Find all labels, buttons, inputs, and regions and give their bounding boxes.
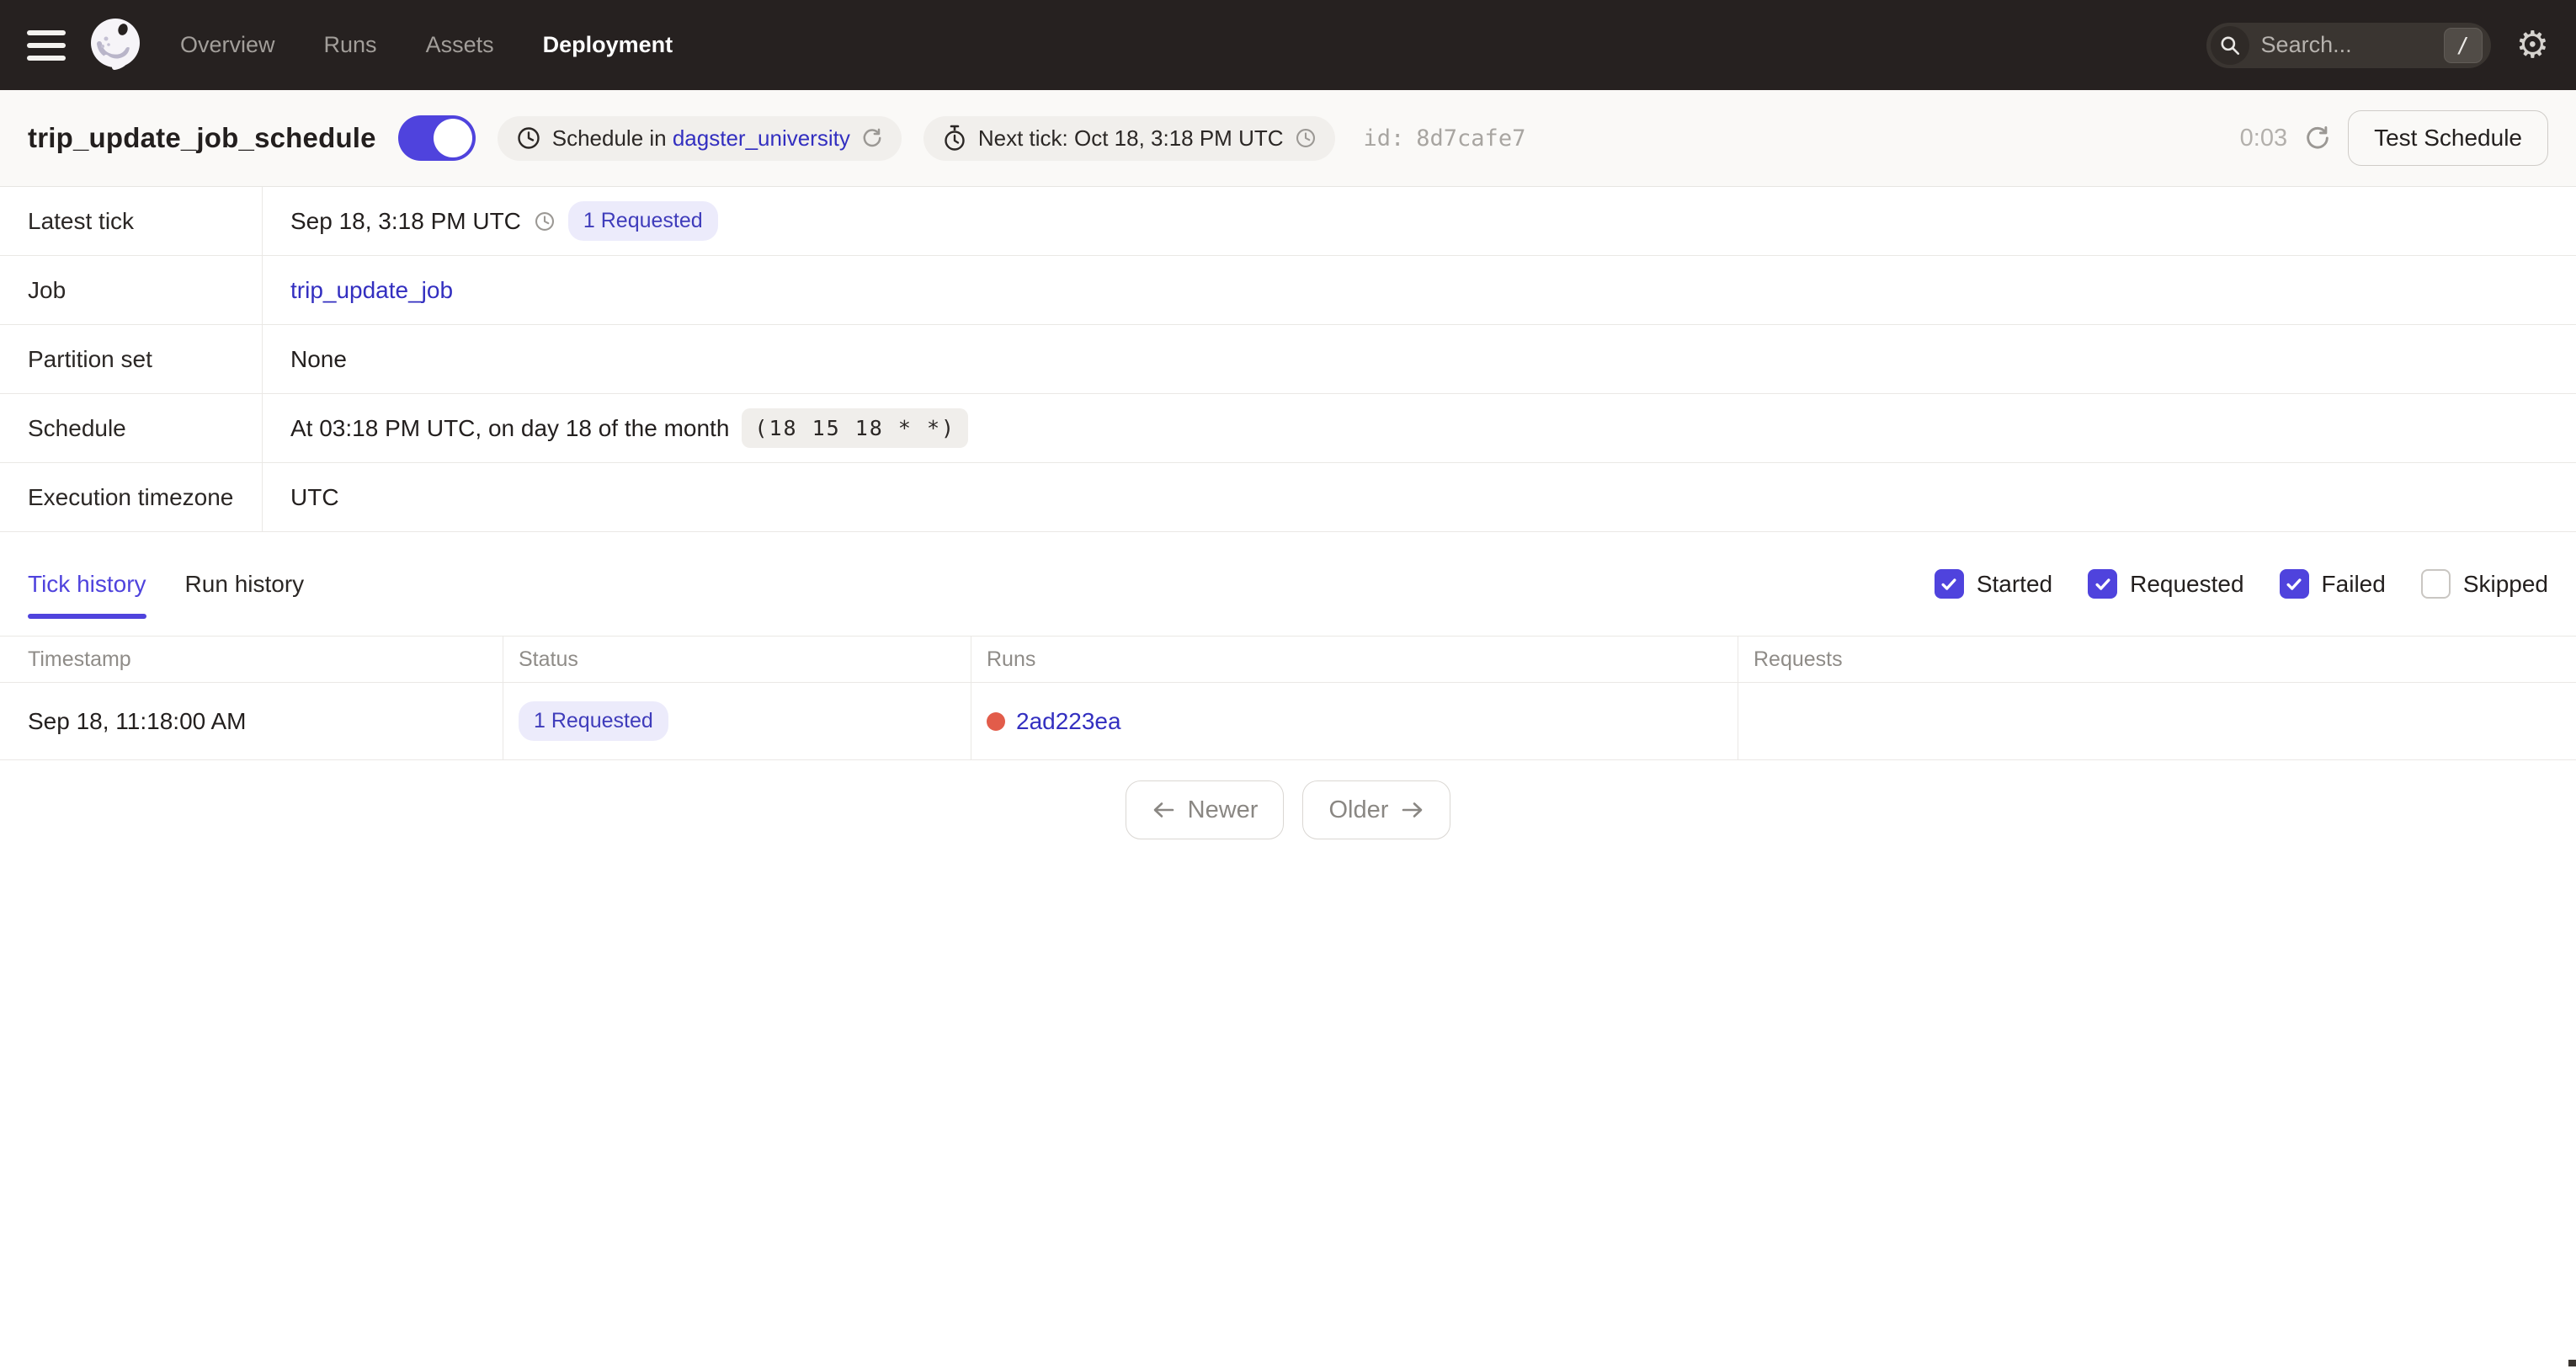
filter-label: Skipped: [2462, 570, 2548, 597]
schedule-id: id: 8d7cafe7: [1364, 125, 1526, 152]
job-link[interactable]: trip_update_job: [290, 277, 453, 304]
search-bar[interactable]: /: [2206, 22, 2491, 68]
checkbox-checked-icon[interactable]: [2088, 569, 2118, 599]
filter-skipped[interactable]: Skipped: [2420, 569, 2548, 599]
id-value: 8d7cafe7: [1416, 125, 1526, 152]
detail-row-partition-set: Partition set None: [0, 325, 2576, 394]
nav-item-runs[interactable]: Runs: [324, 32, 377, 58]
checkbox-checked-icon[interactable]: [2279, 569, 2309, 599]
older-button[interactable]: Older: [1302, 780, 1451, 839]
cron-expression-chip: (18 15 18 * *): [742, 408, 969, 448]
hamburger-menu-icon[interactable]: [27, 29, 66, 61]
arrow-right-icon: [1402, 802, 1423, 818]
detail-row-execution-timezone: Execution timezone UTC: [0, 463, 2576, 532]
latest-tick-value: Sep 18, 3:18 PM UTC: [290, 207, 521, 234]
refresh-countdown: 0:03: [2239, 124, 2288, 152]
filter-label: Requested: [2130, 570, 2244, 597]
test-schedule-button[interactable]: Test Schedule: [2348, 110, 2548, 166]
detail-row-latest-tick: Latest tick Sep 18, 3:18 PM UTC 1 Reques…: [0, 187, 2576, 256]
nav-item-overview[interactable]: Overview: [180, 32, 275, 58]
tab-run-history[interactable]: Run history: [185, 532, 305, 636]
timezone-clock-icon[interactable]: [1295, 127, 1317, 149]
status-filters: Started Requested Failed Skipped: [1934, 569, 2548, 599]
tick-history-table: Timestamp Status Runs Requests Sep 18, 1…: [0, 636, 2576, 760]
refresh-icon[interactable]: [861, 127, 883, 149]
detail-label: Schedule: [0, 394, 263, 462]
pagination: Newer Older: [0, 780, 2576, 839]
column-header-status: Status: [503, 637, 971, 682]
code-location-link[interactable]: dagster_university: [673, 125, 850, 151]
detail-label: Latest tick: [0, 187, 263, 255]
filter-label: Started: [1976, 570, 2053, 597]
detail-row-job: Job trip_update_job: [0, 256, 2576, 325]
search-shortcut-badge: /: [2443, 27, 2483, 63]
next-tick-pill: Next tick: Oct 18, 3:18 PM UTC: [923, 115, 1335, 161]
schedule-location-text: Schedule in dagster_university: [551, 125, 850, 151]
history-tabs-row: Tick history Run history Started Request…: [0, 532, 2576, 636]
checkbox-unchecked-icon[interactable]: [2420, 569, 2451, 599]
run-failed-dot-icon: [987, 711, 1005, 731]
clock-icon: [518, 127, 540, 149]
settings-gear-icon[interactable]: ⚙: [2516, 26, 2549, 64]
detail-label: Partition set: [0, 325, 263, 393]
page-title: trip_update_job_schedule: [28, 122, 376, 153]
status-badge[interactable]: 1 Requested: [519, 701, 668, 741]
filter-started[interactable]: Started: [1934, 569, 2053, 599]
top-nav: Overview Runs Assets Deployment / ⚙: [0, 0, 2576, 90]
schedule-description: At 03:18 PM UTC, on day 18 of the month: [290, 414, 730, 441]
detail-label: Execution timezone: [0, 463, 263, 531]
search-icon: [2210, 25, 2249, 65]
schedule-header: trip_update_job_schedule Schedule in dag…: [0, 90, 2576, 187]
tick-timestamp: Sep 18, 11:18:00 AM: [28, 707, 247, 734]
newer-button[interactable]: Newer: [1125, 780, 1285, 839]
stopwatch-icon: [945, 125, 965, 151]
schedule-enabled-toggle[interactable]: [397, 115, 476, 161]
timezone-value: UTC: [290, 483, 339, 510]
nav-item-assets[interactable]: Assets: [426, 32, 494, 58]
table-row: Sep 18, 11:18:00 AM 1 Requested 2ad223ea: [0, 683, 2576, 760]
checkbox-checked-icon[interactable]: [1934, 569, 1964, 599]
partition-set-value: None: [290, 345, 347, 372]
table-header-row: Timestamp Status Runs Requests: [0, 637, 2576, 683]
refresh-countdown-icon[interactable]: [2304, 125, 2331, 152]
tab-tick-history[interactable]: Tick history: [28, 532, 146, 636]
next-tick-text: Next tick: Oct 18, 3:18 PM UTC: [977, 125, 1284, 151]
dagster-logo-icon[interactable]: [89, 18, 143, 72]
tick-requests: [1738, 683, 2576, 759]
schedule-details: Latest tick Sep 18, 3:18 PM UTC 1 Reques…: [0, 187, 2576, 532]
detail-row-schedule: Schedule At 03:18 PM UTC, on day 18 of t…: [0, 394, 2576, 463]
older-label: Older: [1328, 796, 1389, 823]
id-label: id:: [1363, 125, 1405, 152]
detail-label: Job: [0, 256, 263, 324]
search-input[interactable]: [2260, 32, 2432, 58]
newer-label: Newer: [1187, 796, 1259, 823]
arrow-left-icon: [1153, 802, 1174, 818]
run-link[interactable]: 2ad223ea: [1016, 708, 1121, 735]
column-header-timestamp: Timestamp: [28, 647, 131, 671]
filter-requested[interactable]: Requested: [2088, 569, 2244, 599]
schedule-location-pill: Schedule in dagster_university: [497, 115, 902, 161]
filter-failed[interactable]: Failed: [2279, 569, 2386, 599]
column-header-requests: Requests: [1738, 637, 2576, 682]
scrollbar-corner: [2568, 1360, 2576, 1366]
nav-item-deployment[interactable]: Deployment: [543, 32, 673, 58]
nav-links: Overview Runs Assets Deployment: [180, 32, 673, 58]
timezone-clock-icon[interactable]: [534, 210, 556, 232]
toggle-knob: [433, 119, 472, 157]
filter-label: Failed: [2321, 570, 2386, 597]
column-header-runs: Runs: [971, 637, 1738, 682]
status-badge: 1 Requested: [567, 201, 718, 241]
